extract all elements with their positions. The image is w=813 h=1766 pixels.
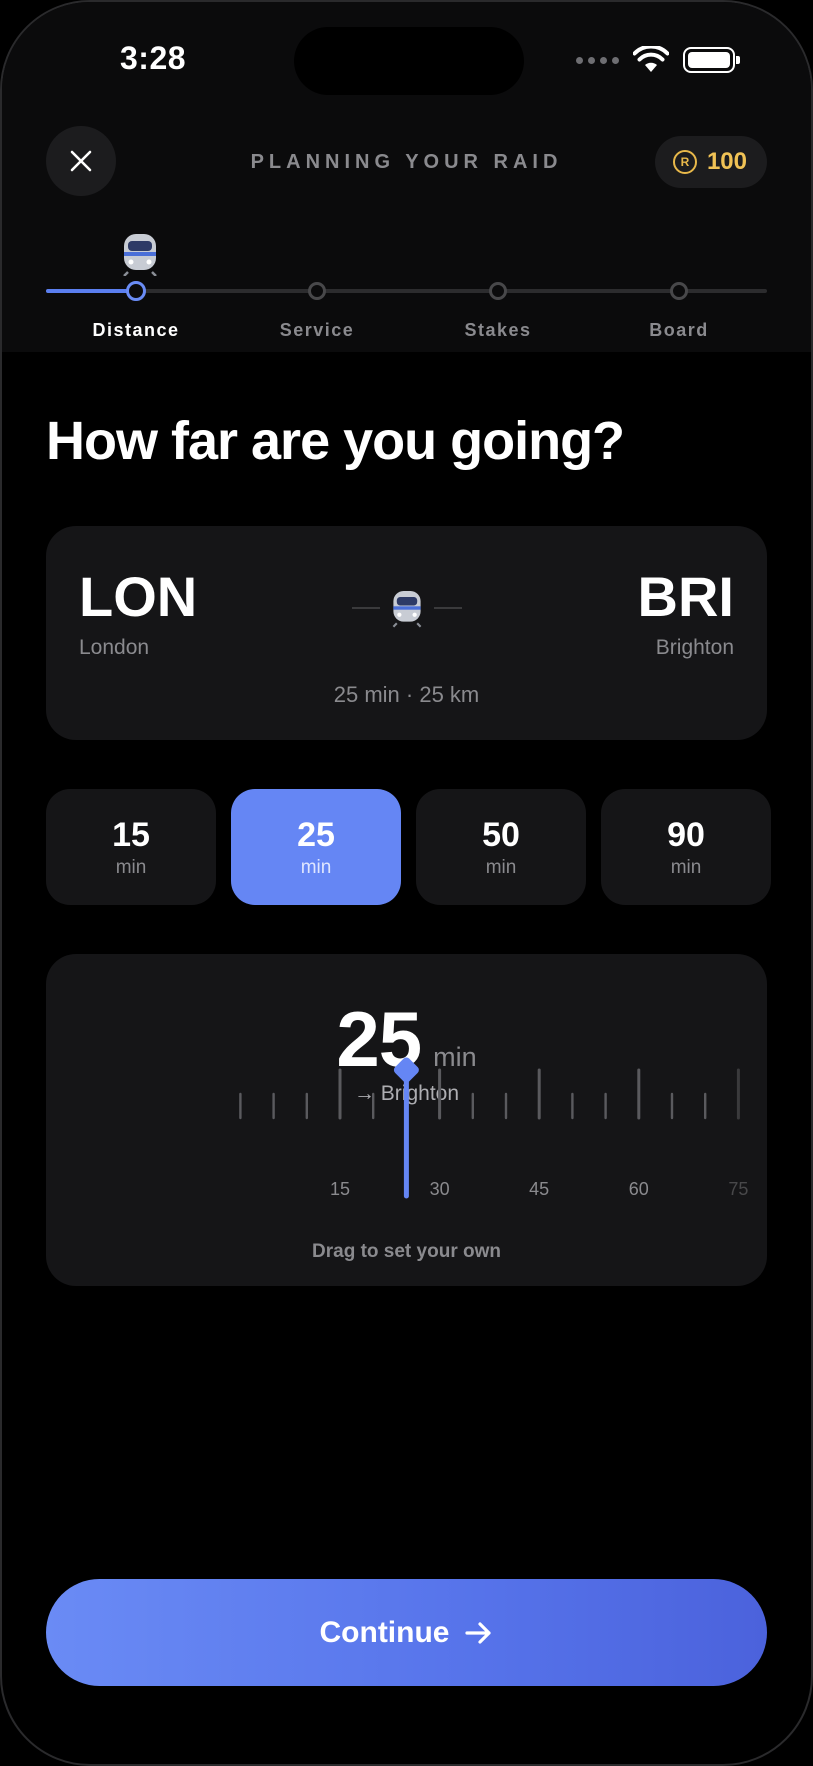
train-icon: [392, 591, 421, 628]
duration-ruler[interactable]: 15 30 45 60 75: [46, 954, 771, 1286]
preset-unit: min: [485, 856, 517, 878]
step-node-service[interactable]: [308, 282, 326, 300]
preset-50-min[interactable]: 50 min: [416, 789, 586, 905]
ruler-tick-label: 30: [430, 1179, 450, 1199]
step-node-distance[interactable]: [126, 281, 146, 301]
preset-unit: min: [300, 856, 332, 878]
signal-icon: [576, 56, 619, 64]
ruler-tick-label: 60: [629, 1179, 649, 1199]
coin-value: 100: [706, 148, 747, 175]
preset-value: 50: [482, 815, 520, 854]
route-card: LON London BRI Brighton 25 min · 25 km: [46, 526, 767, 740]
stepper-track: [46, 289, 767, 293]
preset-unit: min: [670, 856, 702, 878]
coin-icon: R: [672, 150, 697, 174]
preset-unit: min: [115, 856, 147, 878]
train-icon: [123, 234, 157, 276]
phone-screen: 3:28 PLANNING YOUR RAID R 100 Distance S…: [0, 0, 813, 1766]
preset-15-min[interactable]: 15 min: [46, 789, 216, 905]
step-label-board[interactable]: Board: [649, 320, 709, 341]
step-label-service[interactable]: Service: [280, 320, 355, 341]
origin-city: London: [79, 636, 150, 659]
duration-slider-card: 25 min → Brighton 15 30 45 60 75 Drag to set…: [46, 954, 767, 1286]
preset-value: 90: [667, 815, 705, 854]
step-label-stakes[interactable]: Stakes: [464, 320, 531, 341]
status-icons: [576, 46, 740, 74]
preset-25-min[interactable]: 25 min: [231, 789, 401, 905]
continue-label: Continue: [319, 1615, 450, 1649]
preset-value: 15: [112, 815, 150, 854]
preset-value: 25: [297, 815, 335, 854]
slider-thumb[interactable]: [392, 1056, 420, 1084]
route-duration-distance: 25 min · 25 km: [333, 682, 480, 707]
status-time: 3:28: [120, 40, 187, 76]
ruler-tick-label: 45: [529, 1179, 549, 1199]
step-label-distance[interactable]: Distance: [92, 320, 179, 341]
ruler-tick-label: 75: [728, 1179, 748, 1199]
dynamic-island: [294, 27, 524, 95]
question-heading: How far are you going?: [46, 411, 625, 471]
wifi-icon: [633, 46, 669, 72]
step-node-stakes[interactable]: [489, 282, 507, 300]
step-node-board[interactable]: [670, 282, 688, 300]
preset-90-min[interactable]: 90 min: [601, 789, 771, 905]
drag-hint: Drag to set your own: [312, 1241, 501, 1262]
continue-button[interactable]: Continue: [46, 1579, 767, 1686]
destination-code: BRI: [637, 565, 734, 628]
battery-icon: [683, 47, 740, 73]
coin-balance[interactable]: R 100: [654, 136, 767, 188]
destination-city: Brighton: [655, 636, 734, 659]
ruler-tick-label: 15: [330, 1179, 350, 1199]
stepper-progress: [46, 289, 136, 293]
arrow-right-icon: [465, 1621, 492, 1644]
